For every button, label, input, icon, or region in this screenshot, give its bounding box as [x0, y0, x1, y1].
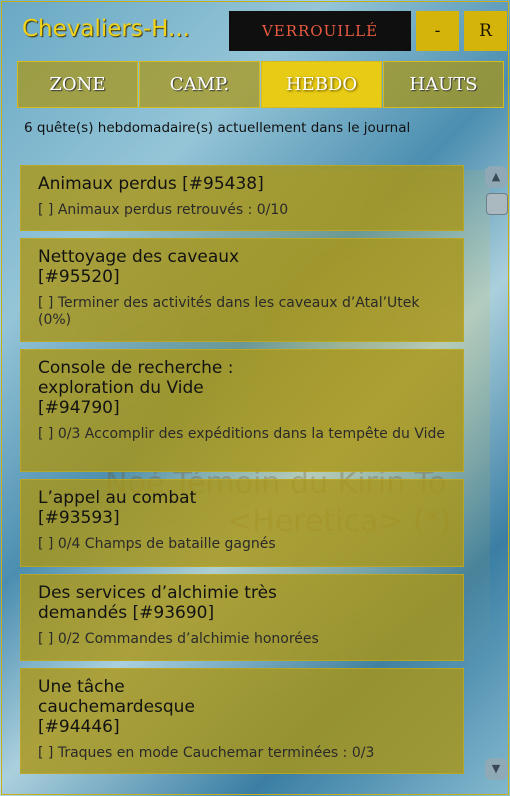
quest-title-line: L’appel au combat [#93593]	[38, 488, 449, 528]
quest-id: [#93690]	[132, 603, 215, 623]
chevron-down-icon: ▼	[491, 762, 501, 775]
quest-tracker-panel: Chevaliers-H... VERROUILLÉ - R ZONE CAMP…	[1, 1, 509, 795]
quest-title: Console de recherche : exploration du Vi…	[38, 358, 234, 398]
tab-camp[interactable]: CAMP.	[139, 61, 260, 108]
tab-hebdo[interactable]: HEBDO	[261, 61, 382, 108]
tab-hauts[interactable]: HAUTS	[383, 61, 504, 108]
quest-item[interactable]: Des services d’alchimie très demandés [#…	[20, 574, 464, 661]
quest-title: Nettoyage des caveaux	[38, 247, 240, 267]
panel-header: Chevaliers-H... VERROUILLÉ - R	[2, 2, 508, 54]
scroll-up-button[interactable]: ▲	[485, 166, 507, 188]
quest-title: Animaux perdus	[38, 174, 177, 194]
tab-bar: ZONE CAMP. HEBDO HAUTS	[17, 61, 507, 108]
quest-id: [#94446]	[38, 717, 120, 737]
quest-objective: [ ] Animaux perdus retrouvés : 0/10	[38, 202, 289, 218]
weekly-summary: 6 quête(s) hebdomadaire(s) actuellement …	[24, 120, 411, 136]
quest-title: L’appel au combat	[38, 488, 197, 508]
quest-title-line: Une tâche cauchemardesque [#94446]	[38, 677, 238, 737]
scroll-down-button[interactable]: ▼	[485, 758, 507, 780]
chevron-up-icon: ▲	[491, 170, 501, 183]
quest-objective: [ ] 0/2 Commandes d’alchimie honorées	[38, 631, 319, 647]
quest-title-line: Console de recherche : exploration du Vi…	[38, 358, 288, 418]
quest-objective: [ ] 0/3 Accomplir des expéditions dans l…	[38, 426, 446, 442]
quest-id: [#95520]	[38, 267, 120, 287]
lock-button[interactable]: VERROUILLÉ	[229, 11, 411, 51]
quest-objective: [ ] Terminer des activités dans les cave…	[38, 295, 420, 328]
panel-title: Chevaliers-H...	[22, 16, 190, 42]
reset-button[interactable]: R	[464, 11, 507, 51]
quest-title: Une tâche cauchemardesque	[38, 677, 195, 717]
quest-item[interactable]: Nettoyage des caveaux [#95520] [ ] Termi…	[20, 238, 464, 342]
quest-id: [#93593]	[38, 508, 120, 528]
quest-id: [#95438]	[182, 174, 264, 194]
minimize-button[interactable]: -	[416, 11, 459, 51]
scrollbar-thumb[interactable]	[486, 193, 508, 215]
quest-title-line: Des services d’alchimie très demandés [#…	[38, 583, 298, 623]
tab-zone[interactable]: ZONE	[17, 61, 138, 108]
quest-item[interactable]: L’appel au combat [#93593] [ ] 0/4 Champ…	[20, 479, 464, 567]
quest-item[interactable]: Console de recherche : exploration du Vi…	[20, 349, 464, 472]
quest-objective: [ ] 0/4 Champs de bataille gagnés	[38, 536, 276, 552]
quest-objective: [ ] Traques en mode Cauchemar terminées …	[38, 745, 375, 761]
quest-item[interactable]: Une tâche cauchemardesque [#94446] [ ] T…	[20, 668, 464, 774]
quest-id: [#94790]	[38, 398, 120, 418]
quest-title-line: Nettoyage des caveaux [#95520]	[38, 247, 449, 287]
quest-item[interactable]: Animaux perdus [#95438] [ ] Animaux perd…	[20, 165, 464, 231]
quest-title-line: Animaux perdus [#95438]	[38, 174, 449, 194]
